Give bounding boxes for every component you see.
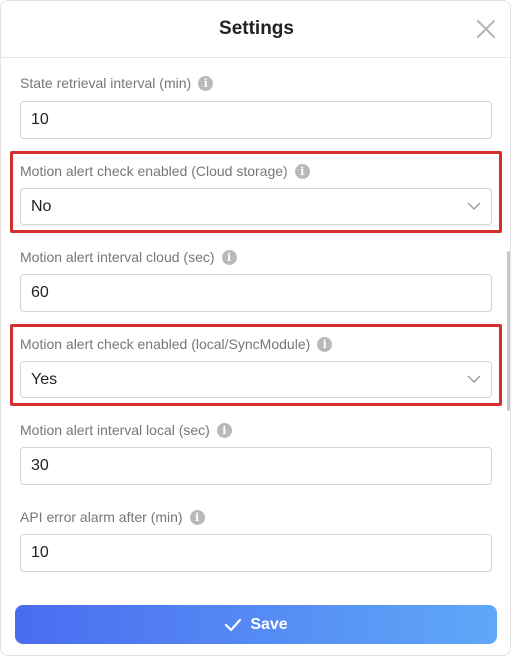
chevron-down-icon: [467, 202, 481, 210]
settings-form: State retrieval interval (min) i 10 Moti…: [1, 58, 510, 590]
info-icon[interactable]: i: [221, 249, 237, 265]
save-button[interactable]: Save: [15, 605, 497, 644]
close-icon[interactable]: [474, 17, 498, 41]
info-icon[interactable]: i: [317, 336, 333, 352]
motion-local-enabled-label: Motion alert check enabled (local/SyncMo…: [20, 336, 333, 352]
state-interval-input[interactable]: 10: [20, 101, 492, 139]
settings-dialog: Settings State retrieval interval (min) …: [0, 0, 511, 656]
motion-local-interval-input[interactable]: 30: [20, 447, 492, 485]
api-error-alarm-input[interactable]: 10: [20, 534, 492, 572]
motion-cloud-enabled-label: Motion alert check enabled (Cloud storag…: [20, 163, 310, 179]
motion-local-enabled-select[interactable]: Yes: [20, 361, 492, 398]
motion-cloud-interval-input[interactable]: 60: [20, 274, 492, 312]
info-icon[interactable]: i: [189, 509, 205, 525]
save-button-label: Save: [250, 615, 288, 633]
dialog-header: Settings: [1, 1, 510, 58]
info-icon[interactable]: i: [294, 163, 310, 179]
motion-cloud-enabled-select[interactable]: No: [20, 188, 492, 225]
api-error-alarm-label: API error alarm after (min) i: [20, 509, 205, 525]
info-icon[interactable]: i: [198, 75, 214, 91]
scrollbar[interactable]: [507, 251, 510, 411]
motion-cloud-interval-label: Motion alert interval cloud (sec) i: [20, 249, 237, 265]
state-interval-label: State retrieval interval (min) i: [20, 75, 214, 91]
check-icon: [225, 618, 242, 631]
motion-local-interval-label: Motion alert interval local (sec) i: [20, 422, 232, 438]
info-icon[interactable]: i: [216, 422, 232, 438]
chevron-down-icon: [467, 375, 481, 383]
dialog-title: Settings: [219, 18, 294, 39]
